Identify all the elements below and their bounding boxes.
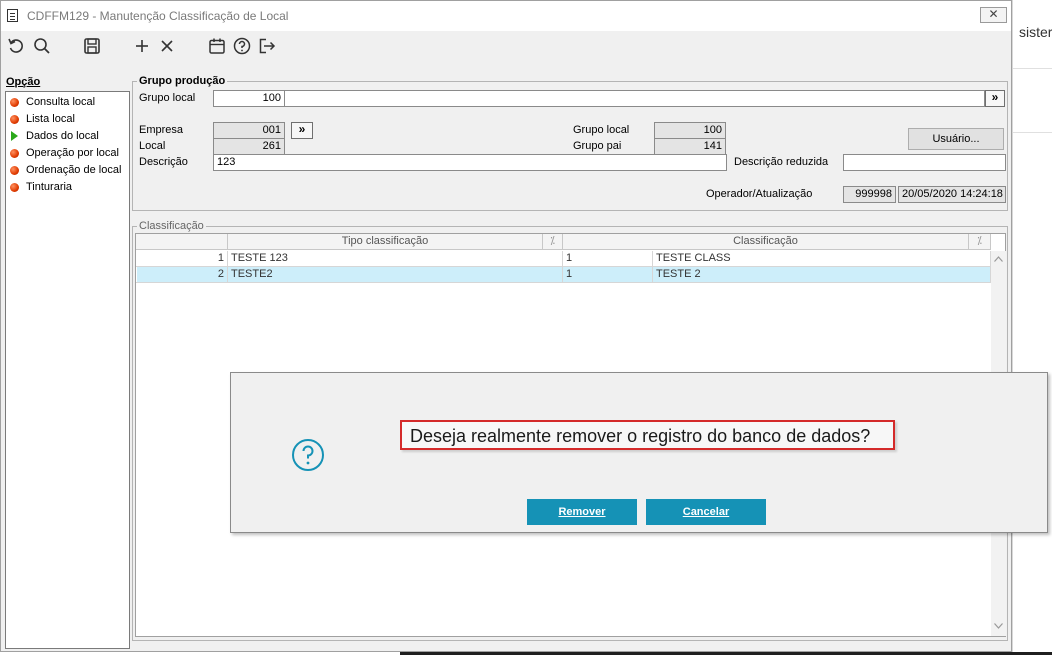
green-arrow-icon (11, 131, 18, 141)
background-app-text: sister (1019, 24, 1052, 40)
background-divider (1013, 132, 1052, 133)
filter-icon[interactable]: ⁒ (543, 234, 563, 250)
red-dot-icon (10, 149, 19, 158)
column-header-tipo-classificacao[interactable]: Tipo classificação (228, 234, 543, 250)
descricao-reduzida-label: Descrição reduzida (734, 156, 829, 168)
grupo-local-description-field (285, 90, 985, 107)
empresa-lookup-button[interactable]: » (291, 122, 313, 139)
scroll-up-icon[interactable] (994, 256, 1003, 262)
operador-field: 999998 (843, 186, 896, 203)
red-dot-icon (10, 183, 19, 192)
local-field: 261 (213, 138, 285, 155)
delete-icon[interactable] (157, 36, 177, 56)
calendar-icon[interactable] (207, 36, 227, 56)
atualizacao-field: 20/05/2020 14:24:18 (898, 186, 1006, 203)
window-title: CDFFM129 - Manutenção Classificação de L… (27, 9, 289, 23)
empresa-field: 001 (213, 122, 285, 139)
toolbar (1, 31, 1011, 61)
red-dot-icon (10, 166, 19, 175)
operador-atualizacao-label: Operador/Atualização (706, 188, 813, 200)
add-icon[interactable] (132, 36, 152, 56)
red-dot-icon (10, 98, 19, 107)
grupo-local-lookup-button[interactable]: » (985, 90, 1005, 107)
main-window: CDFFM129 - Manutenção Classificação de L… (0, 0, 1012, 652)
document-icon (7, 9, 18, 22)
grupo-pai-label: Grupo pai (573, 140, 622, 152)
save-icon[interactable] (82, 36, 102, 56)
red-dot-icon (10, 115, 19, 124)
column-header-classificacao[interactable]: Classificação (563, 234, 969, 250)
refresh-icon[interactable] (6, 36, 26, 56)
local-label: Local (139, 140, 166, 152)
filter-icon[interactable]: ⁒ (969, 234, 991, 250)
descricao-reduzida-input[interactable] (843, 154, 1006, 171)
scroll-down-icon[interactable] (994, 623, 1003, 629)
grupo-local-2-field: 100 (654, 122, 726, 139)
grupo-local-2-label: Grupo local (573, 124, 630, 136)
close-window-button[interactable]: ✕ (980, 7, 1007, 23)
cancelar-button[interactable]: Cancelar (646, 499, 766, 525)
confirm-remove-dialog: Deseja realmente remover o registro do b… (230, 372, 1048, 533)
background-divider (1013, 68, 1052, 69)
grupo-producao-title: Grupo produção (137, 75, 228, 87)
classificacao-title: Classificação (137, 220, 206, 232)
descricao-label: Descrição (139, 156, 188, 168)
exit-icon[interactable] (257, 36, 277, 56)
grid-row-number-header (136, 234, 228, 250)
dialog-message: Deseja realmente remover o registro do b… (410, 426, 871, 446)
message-highlight: Deseja realmente remover o registro do b… (400, 420, 895, 450)
background-app-window: sister (1012, 0, 1052, 655)
usuario-button[interactable]: Usuário... (908, 128, 1004, 150)
question-icon (292, 439, 324, 471)
remover-button[interactable]: Remover (527, 499, 637, 525)
grupo-local-input[interactable]: 100 (213, 90, 285, 107)
descricao-input[interactable]: 123 (213, 154, 727, 171)
grupo-local-label: Grupo local (139, 92, 196, 104)
title-bar: CDFFM129 - Manutenção Classificação de L… (1, 1, 1011, 31)
search-icon[interactable] (32, 36, 52, 56)
empresa-label: Empresa (139, 124, 184, 136)
options-list: Consulta local Lista local Dados do loca… (5, 91, 130, 649)
grupo-pai-field: 141 (654, 138, 726, 155)
help-icon[interactable] (232, 36, 252, 56)
options-title: Opção (6, 76, 41, 88)
